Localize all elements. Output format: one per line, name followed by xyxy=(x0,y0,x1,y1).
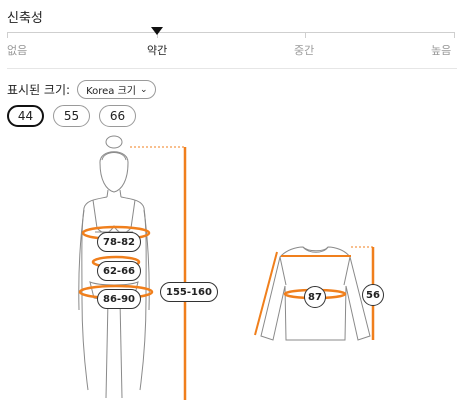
stretch-title: 신축성 xyxy=(7,11,43,26)
waist-measurement: 62-66 xyxy=(97,261,141,281)
stretch-level-none: 없음 xyxy=(7,44,28,57)
chevron-down-icon: ⌄ xyxy=(140,84,148,95)
size-region-value: Korea 크기 xyxy=(86,86,136,97)
stretch-level-medium: 중간 xyxy=(294,44,315,57)
stretch-scale: 없음 약간 중간 높음 xyxy=(7,27,455,60)
stretch-level-slight: 약간 xyxy=(147,44,168,57)
body-garment-svg xyxy=(78,135,375,400)
sweater-seams xyxy=(279,256,351,286)
scale-tick xyxy=(7,32,8,38)
head xyxy=(99,151,129,193)
stretch-marker-icon xyxy=(151,27,163,35)
height-measurement: 155-160 xyxy=(160,282,218,302)
scale-tick xyxy=(305,32,306,38)
hips-measurement: 86-90 xyxy=(97,289,141,309)
neck xyxy=(106,189,122,198)
garment-chest-measurement: 87 xyxy=(304,286,326,308)
garment-length-measurement: 56 xyxy=(362,284,384,306)
size-display-row: 표시된 크기: Korea 크기 ⌄ xyxy=(7,80,156,99)
hair-bun xyxy=(105,135,123,149)
size-chip-66[interactable]: 66 xyxy=(99,105,136,127)
size-chip-group: 44 55 66 xyxy=(7,105,145,127)
legs xyxy=(105,299,123,399)
size-chip-55[interactable]: 55 xyxy=(53,105,90,127)
size-chip-44[interactable]: 44 xyxy=(7,105,44,127)
size-region-dropdown[interactable]: Korea 크기 ⌄ xyxy=(77,80,156,99)
chest-measurement: 78-82 xyxy=(97,232,141,252)
divider xyxy=(7,68,457,69)
size-guide-illustration: 78-82 62-66 86-90 155-160 87 56 xyxy=(0,130,464,403)
scale-line xyxy=(7,32,455,33)
stretch-level-high: 높음 xyxy=(431,44,452,57)
scale-tick xyxy=(454,32,455,38)
size-display-label: 표시된 크기: xyxy=(7,83,71,97)
